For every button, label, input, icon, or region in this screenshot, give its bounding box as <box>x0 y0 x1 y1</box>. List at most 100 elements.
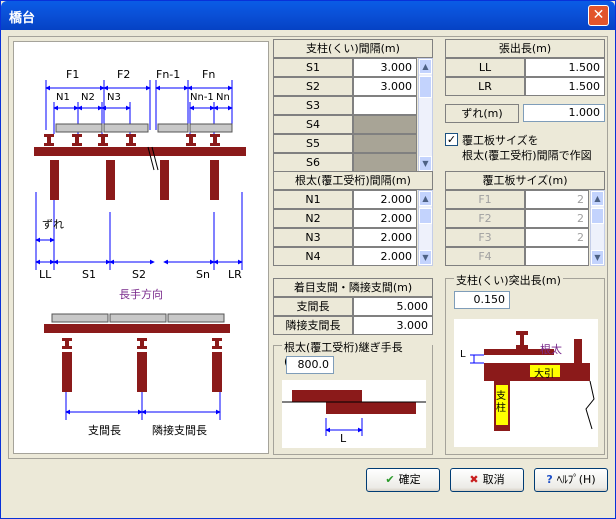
protrusion-svg <box>470 331 595 431</box>
close-button[interactable]: ✕ <box>588 5 609 26</box>
label-fn-1: Fn-1 <box>156 68 181 81</box>
cell-ll[interactable]: 1.500 <box>525 58 605 77</box>
overhang-header: 張出長(m) <box>445 39 605 58</box>
cell-n4[interactable]: 2.000 <box>353 247 417 266</box>
label-f2: F2 <box>117 68 131 81</box>
scroll-up-icon[interactable]: ▲ <box>419 59 432 74</box>
question-icon: ? <box>546 473 553 486</box>
close-icon: ✕ <box>592 7 605 23</box>
label-n1: N1 <box>56 92 70 103</box>
scroll-up-icon[interactable]: ▲ <box>419 191 432 206</box>
scroll-up-icon[interactable]: ▲ <box>591 191 604 206</box>
cell-f3: 2 <box>525 228 589 247</box>
joist-spacing-scrollbar[interactable]: ▲ ▼ <box>418 190 433 266</box>
dialog-window: 橋台 ✕ F1 F2 Fn-1 Fn N1 N2 N3 Nn-1 Nn ずれ L… <box>0 0 616 519</box>
label-nn: Nn <box>216 92 230 103</box>
label-s2: S2 <box>132 268 146 281</box>
row-label-s6: S6 <box>273 153 353 172</box>
plate-size-scrollbar[interactable]: ▲ ▼ <box>590 190 605 266</box>
check-icon: ✔ <box>385 473 395 486</box>
protrusion-input[interactable]: 0.150 <box>454 291 510 309</box>
cell-s1[interactable]: 3.000 <box>353 58 417 77</box>
window-title: 橋台 <box>9 11 36 26</box>
plate-size-header: 覆工板サイズ(m) <box>445 171 605 190</box>
cell-span[interactable]: 5.000 <box>353 297 433 316</box>
row-label-s3: S3 <box>273 96 353 115</box>
joint-l-label: L <box>340 432 347 445</box>
label-span: 支間長 <box>88 424 121 437</box>
scroll-down-icon[interactable]: ▼ <box>419 156 432 171</box>
row-label-n3: N3 <box>273 228 353 247</box>
row-label-s1: S1 <box>273 58 353 77</box>
ok-button[interactable]: ✔ 確定 <box>366 468 440 492</box>
label-adjacent-span: 隣接支間長 <box>152 424 207 437</box>
column-spacing-scrollbar[interactable]: ▲ ▼ <box>418 58 433 172</box>
label-fn: Fn <box>202 68 216 81</box>
ok-button-label: 確定 <box>398 473 421 486</box>
help-button-label: ﾍﾙﾌﾟ(H) <box>556 473 596 486</box>
cancel-button-label: 取消 <box>482 473 505 486</box>
protrusion-frame-title: 支柱(くい)突出長(m) <box>454 272 563 288</box>
scroll-thumb[interactable] <box>591 208 604 224</box>
label-s1: S1 <box>82 268 96 281</box>
offset-input[interactable]: 1.000 <box>523 104 605 122</box>
check-icon: ✓ <box>446 133 457 146</box>
cell-f4 <box>525 247 589 266</box>
joint-diagram: L <box>282 380 426 448</box>
row-label-f4: F4 <box>445 247 525 266</box>
row-label-f3: F3 <box>445 228 525 247</box>
label-column: 支柱 <box>496 391 506 414</box>
cell-s4 <box>353 115 417 134</box>
scroll-thumb[interactable] <box>419 76 432 98</box>
plate-size-checkbox[interactable]: ✓ <box>445 133 458 146</box>
row-label-s2: S2 <box>273 77 353 96</box>
scroll-down-icon[interactable]: ▼ <box>591 250 604 265</box>
cell-n3[interactable]: 2.000 <box>353 228 417 247</box>
label-f1: F1 <box>66 68 80 81</box>
row-label-n1: N1 <box>273 190 353 209</box>
label-protrusion-l: L <box>460 349 466 360</box>
cell-s2[interactable]: 3.000 <box>353 77 417 96</box>
cell-adjacent-span[interactable]: 3.000 <box>353 316 433 335</box>
main-panel: F1 F2 Fn-1 Fn N1 N2 N3 Nn-1 Nn ずれ LL S1 … <box>8 36 608 459</box>
label-offset: ずれ <box>42 218 64 231</box>
cross-icon: ✖ <box>469 473 479 486</box>
label-n3: N3 <box>107 92 121 103</box>
help-button[interactable]: ? ﾍﾙﾌﾟ(H) <box>534 468 608 492</box>
scroll-down-icon[interactable]: ▼ <box>419 250 432 265</box>
cell-lr[interactable]: 1.500 <box>525 77 605 96</box>
row-label-ll: LL <box>445 58 525 77</box>
label-nn-1: Nn-1 <box>190 92 214 103</box>
joint-frame: 根太(覆工受桁)継ぎ手長(mm) 800.0 L <box>273 339 433 455</box>
joint-input[interactable]: 800.0 <box>286 356 334 374</box>
cell-f2: 2 <box>525 209 589 228</box>
protrusion-diagram: 根太 大引 支柱 L <box>454 319 598 447</box>
label-n2: N2 <box>81 92 95 103</box>
cell-s3[interactable] <box>353 96 417 115</box>
span-header: 着目支間・隣接支間(m) <box>273 278 433 297</box>
offset-label: ずれ(m) <box>445 104 519 123</box>
row-label-adjacent-span: 隣接支間長 <box>273 316 353 335</box>
label-lr: LR <box>228 268 242 281</box>
title-bar[interactable]: 橋台 ✕ <box>1 1 615 30</box>
structure-diagram: F1 F2 Fn-1 Fn N1 N2 N3 Nn-1 Nn ずれ LL S1 … <box>13 41 269 454</box>
cell-n2[interactable]: 2.000 <box>353 209 417 228</box>
row-label-n2: N2 <box>273 209 353 228</box>
cell-n1[interactable]: 2.000 <box>353 190 417 209</box>
row-label-n4: N4 <box>273 247 353 266</box>
diagram-svg <box>34 80 246 420</box>
protrusion-frame: 支柱(くい)突出長(m) 0.150 根太 大引 支柱 L <box>445 272 605 455</box>
joint-svg <box>282 390 426 436</box>
cancel-button[interactable]: ✖ 取消 <box>450 468 524 492</box>
row-label-s4: S4 <box>273 115 353 134</box>
label-sn: Sn <box>196 268 210 281</box>
checkbox-label-line2: 根太(覆工受桁)間隔で作図 <box>462 149 592 162</box>
checkbox-label-line1: 覆工板サイズを <box>462 134 539 147</box>
longitudinal-title: 長手方向 <box>119 288 163 301</box>
scroll-thumb[interactable] <box>419 208 432 224</box>
column-spacing-header: 支柱(くい)間隔(m) <box>273 39 433 58</box>
cell-s6 <box>353 153 417 172</box>
cell-f1: 2 <box>525 190 589 209</box>
label-ll: LL <box>39 268 52 281</box>
row-label-s5: S5 <box>273 134 353 153</box>
